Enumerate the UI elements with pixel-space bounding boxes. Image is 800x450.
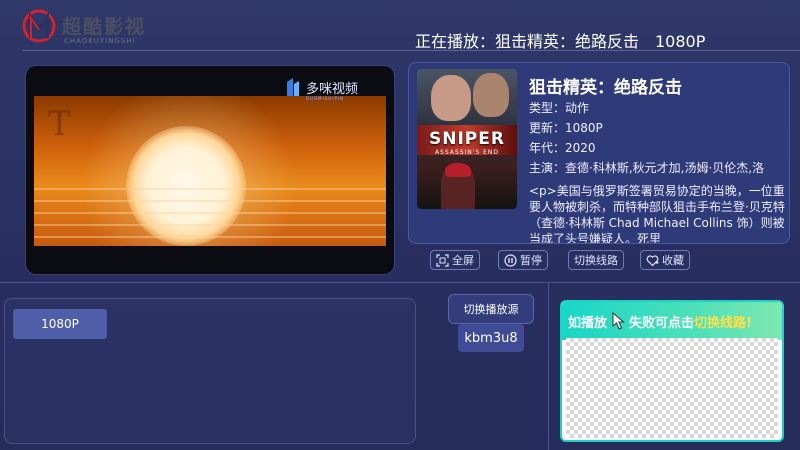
video-watermark: 多咪视频 DUOMISHIPIN xyxy=(284,76,358,101)
switch-line-tip: 如播放 失败可点击 切换线路! xyxy=(560,300,784,442)
logo-text: 超酷影视 xyxy=(62,16,147,38)
switch-line-button[interactable]: 切换线路 xyxy=(568,250,624,270)
pause-icon xyxy=(504,253,517,267)
watermark-logo-icon xyxy=(286,78,299,96)
pause-button[interactable]: 暂停 xyxy=(498,250,548,270)
poster-title: SNIPER xyxy=(429,129,505,149)
pointer-arrow-icon xyxy=(612,311,625,330)
movie-cast: 主演：查德·科林斯,秋元才加,汤姆·贝伦杰,洛 xyxy=(529,161,765,175)
fullscreen-label: 全屏 xyxy=(452,254,474,267)
fullscreen-icon xyxy=(436,253,449,267)
tip-text-part3: 切换线路! xyxy=(694,315,752,331)
now-playing-title: 正在播放：狙击精英：绝路反击 1080P xyxy=(415,32,706,51)
movie-description: <p>美国与俄罗斯签署贸易协定的当晚，一位重要人物被刺杀，而特种部队狙击手布兰登… xyxy=(529,184,785,244)
vertical-divider xyxy=(548,282,549,450)
logo-icon xyxy=(22,9,56,43)
tip-image-placeholder xyxy=(566,338,778,438)
movie-type: 类型：动作 xyxy=(529,101,590,115)
movie-poster: SNIPER ASSASSIN'S END xyxy=(417,69,517,209)
switch-source-header[interactable]: 切换播放源 xyxy=(448,294,534,324)
video-frame[interactable]: T xyxy=(34,96,386,246)
movie-info-card: SNIPER ASSASSIN'S END 狙击精英：绝路反击 类型：动作 更新… xyxy=(408,62,790,244)
favorite-label: 收藏 xyxy=(662,254,684,267)
watermark-text: 多咪视频 xyxy=(305,81,358,97)
tip-text-part2: 失败可点击 xyxy=(629,315,695,331)
movie-update: 更新：1080P xyxy=(529,121,603,135)
switch-line-label: 切换线路 xyxy=(574,254,618,267)
pause-label: 暂停 xyxy=(520,254,542,267)
favorite-button[interactable]: 收藏 xyxy=(640,250,690,270)
logo-subtext: CHAOKUYINGSHI xyxy=(64,37,136,45)
heart-plus-icon xyxy=(646,254,659,266)
watermark-subtext: DUOMISHIPIN xyxy=(305,96,345,101)
quality-option-1080p[interactable]: 1080P xyxy=(13,309,107,339)
video-sun xyxy=(126,126,246,246)
source-option-kbm3u8[interactable]: kbm3u8 xyxy=(458,324,524,352)
header-divider xyxy=(22,50,800,51)
poster-subtitle: ASSASSIN'S END xyxy=(434,149,500,156)
tip-banner: 如播放 失败可点击 切换线路! xyxy=(562,302,782,340)
section-divider xyxy=(0,282,800,283)
quality-panel: 1080P xyxy=(4,298,416,444)
movie-title: 狙击精英：绝路反击 xyxy=(529,78,682,98)
app-logo: 超酷影视 CHAOKUYINGSHI xyxy=(22,8,172,48)
movie-year: 年代：2020 xyxy=(529,141,596,155)
tip-text-part1: 如播放 xyxy=(568,315,608,331)
video-player[interactable]: T 多咪视频 DUOMISHIPIN xyxy=(26,66,394,274)
fullscreen-button[interactable]: 全屏 xyxy=(430,250,480,270)
